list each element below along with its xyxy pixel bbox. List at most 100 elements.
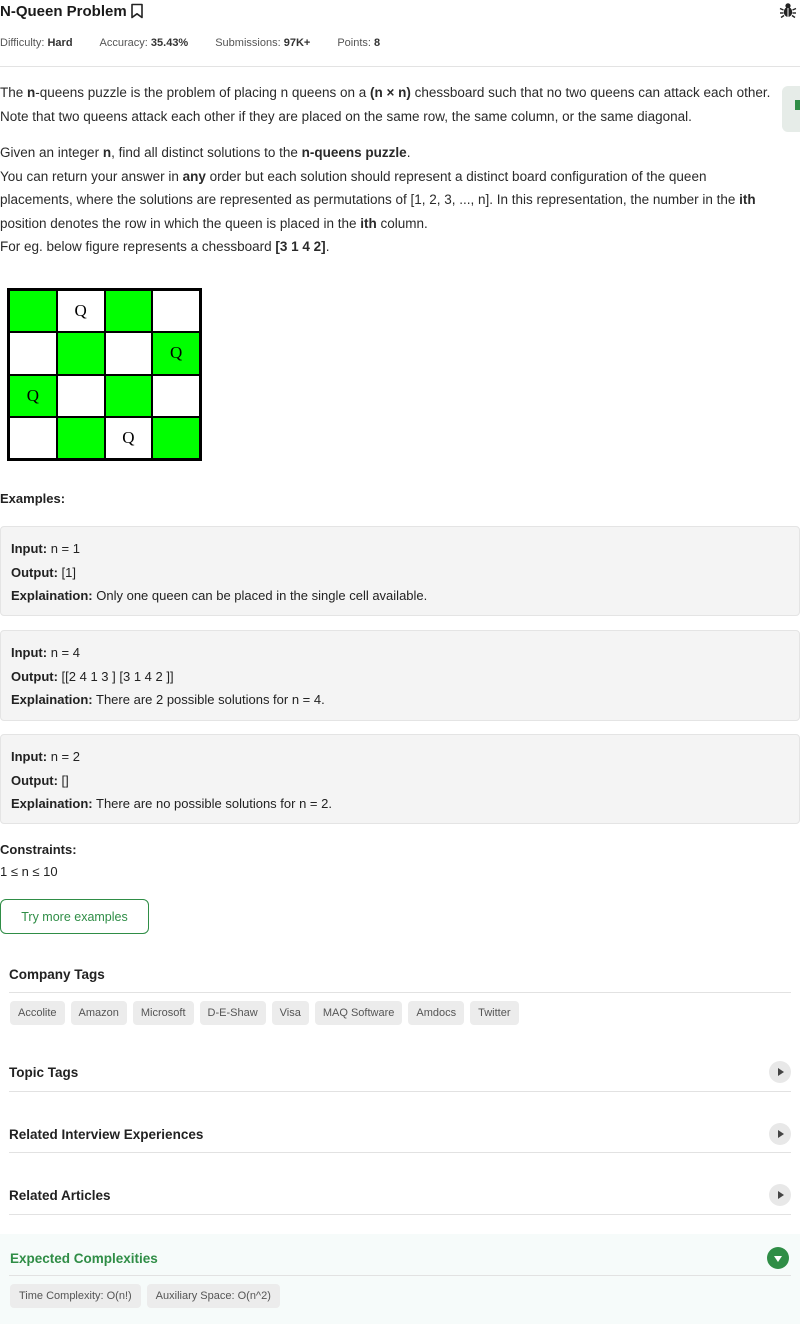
- related-articles-label: Related Articles: [9, 1187, 111, 1203]
- board-cell: [9, 290, 57, 333]
- desc-line-4: You can return your answer in any order …: [0, 165, 800, 189]
- example-explanation: Explaination: There are no possible solu…: [11, 792, 789, 816]
- text: You can return your answer in: [0, 168, 183, 184]
- output-value: [1]: [61, 564, 77, 580]
- queen-marker: Q: [26, 385, 40, 405]
- examples-label: Examples:: [0, 491, 66, 506]
- input-value: n = 2: [50, 749, 80, 764]
- company-tag[interactable]: Twitter: [470, 1001, 519, 1025]
- company-tag[interactable]: Amazon: [70, 1001, 127, 1025]
- chevron-right-icon[interactable]: [769, 1123, 791, 1145]
- complexity-tag: Auxiliary Space: O(n^2): [146, 1284, 280, 1308]
- company-tags-list: Accolite Amazon Microsoft D-E-Shaw Visa MAQ S…: [10, 1001, 525, 1025]
- chevron-down-icon[interactable]: [767, 1247, 789, 1269]
- points-label: Points:: [337, 37, 371, 49]
- example-3: Input: n = 2 Output: [] Explaination: Th…: [0, 734, 800, 824]
- accuracy-value: 35.43%: [150, 37, 189, 49]
- company-tag[interactable]: Accolite: [10, 1001, 65, 1025]
- output-value: []: [61, 772, 69, 788]
- try-more-examples-button[interactable]: Try more examples: [0, 899, 149, 934]
- explanation-label: Explaination:: [11, 796, 93, 811]
- text-bold: (n × n): [369, 85, 411, 100]
- text-bold: ith: [360, 215, 377, 231]
- related-interview-label: Related Interview Experiences: [9, 1126, 204, 1142]
- text: , find all distinct solutions to the: [111, 145, 302, 160]
- board-cell: [56, 416, 105, 459]
- board-cell: Q: [152, 332, 200, 375]
- divider: [9, 1091, 791, 1092]
- problem-meta: Difficulty: Hard Accuracy: 35.43% Submis…: [0, 37, 407, 49]
- desc-line-2: Note that two queens attack each other i…: [0, 108, 692, 124]
- board-cell: [9, 332, 57, 375]
- queen-marker: Q: [122, 427, 135, 447]
- output-label: Output:: [11, 772, 58, 788]
- board-cell: [9, 416, 57, 459]
- complexity-tags-list: Time Complexity: O(n!) Auxiliary Space: O…: [10, 1284, 286, 1308]
- explanation-label: Explaination:: [11, 692, 93, 707]
- expected-complexities-header[interactable]: Expected Complexities: [10, 1240, 158, 1276]
- text-bold: n-queens puzzle: [301, 145, 407, 160]
- points: Points: 8: [337, 37, 380, 49]
- bug-icon[interactable]: [779, 1, 797, 19]
- desc-line-3: Given an integer n, find all distinct so…: [0, 141, 800, 165]
- output-label: Output:: [11, 668, 58, 684]
- company-tag[interactable]: Visa: [271, 1001, 309, 1025]
- text: .: [325, 239, 330, 254]
- text: order but each solution should represent…: [205, 168, 707, 184]
- text: placements, where the solutions are repr…: [0, 192, 740, 207]
- example-input: Input: n = 1: [11, 537, 789, 561]
- example-output: Output: [[2 4 1 3 ] [3 1 4 2 ]]: [11, 665, 789, 689]
- chevron-right-icon[interactable]: [769, 1061, 791, 1083]
- text: column.: [376, 215, 428, 231]
- text: Given an integer: [0, 145, 103, 160]
- company-tag[interactable]: Microsoft: [132, 1001, 194, 1025]
- text-bold: ith: [739, 192, 756, 207]
- bookmark-icon[interactable]: [130, 3, 144, 19]
- example-1: Input: n = 1 Output: [1] Explaination: O…: [0, 526, 800, 616]
- example-2: Input: n = 4 Output: [[2 4 1 3 ] [3 1 4 …: [0, 630, 800, 721]
- problem-title: N-Queen Problem: [0, 2, 127, 20]
- text: chessboard such that no two queens can a…: [410, 85, 771, 100]
- example-explanation: Explaination: Only one queen can be plac…: [11, 584, 789, 608]
- board-cell: [152, 416, 200, 459]
- text-bold: any: [182, 168, 206, 184]
- queen-marker: Q: [169, 343, 183, 363]
- company-tag[interactable]: MAQ Software: [314, 1001, 403, 1025]
- divider: [9, 992, 791, 993]
- input-value: n = 4: [50, 645, 80, 660]
- divider: [9, 1275, 791, 1276]
- text: position denotes the row in which the qu…: [0, 215, 361, 231]
- text: For eg. below figure represents a chessb…: [0, 239, 276, 254]
- related-articles-header[interactable]: Related Articles: [9, 1177, 791, 1213]
- board-cell: Q: [9, 374, 57, 417]
- board-cell: [104, 290, 153, 333]
- input-value: n = 1: [50, 541, 80, 556]
- company-tags-header: Company Tags: [9, 956, 791, 992]
- board-cell: [104, 374, 153, 417]
- company-tag[interactable]: D-E-Shaw: [199, 1001, 266, 1025]
- explanation-label: Explaination:: [11, 588, 93, 603]
- chevron-right-icon[interactable]: [769, 1184, 791, 1206]
- board-cell: [56, 332, 105, 375]
- text: -queens puzzle is the problem of placing…: [35, 85, 370, 100]
- company-tag[interactable]: Amdocs: [408, 1001, 465, 1025]
- desc-line-6: position denotes the row in which the qu…: [0, 212, 800, 236]
- topic-tags-header[interactable]: Topic Tags: [9, 1054, 791, 1090]
- topic-tags-label: Topic Tags: [9, 1064, 79, 1080]
- input-label: Input:: [11, 749, 48, 764]
- related-interview-header[interactable]: Related Interview Experiences: [9, 1116, 791, 1152]
- board-cell: Q: [104, 416, 153, 459]
- example-input: Input: n = 4: [11, 641, 789, 665]
- output-label: Output:: [11, 564, 58, 580]
- difficulty: Difficulty: Hard: [0, 37, 73, 49]
- divider: [9, 1152, 791, 1153]
- example-input: Input: n = 2: [11, 745, 789, 769]
- explanation-value: Only one queen can be placed in the sing…: [96, 588, 428, 603]
- example-output: Output: [1]: [11, 561, 789, 585]
- problem-header: N-Queen Problem Difficulty: Hard Accurac…: [0, 0, 800, 67]
- accuracy: Accuracy: 35.43%: [100, 37, 189, 49]
- text: The: [0, 85, 28, 100]
- text: .: [406, 145, 411, 160]
- text-bold: [3 1 4 2]: [275, 239, 326, 254]
- example-output: Output: []: [11, 769, 789, 793]
